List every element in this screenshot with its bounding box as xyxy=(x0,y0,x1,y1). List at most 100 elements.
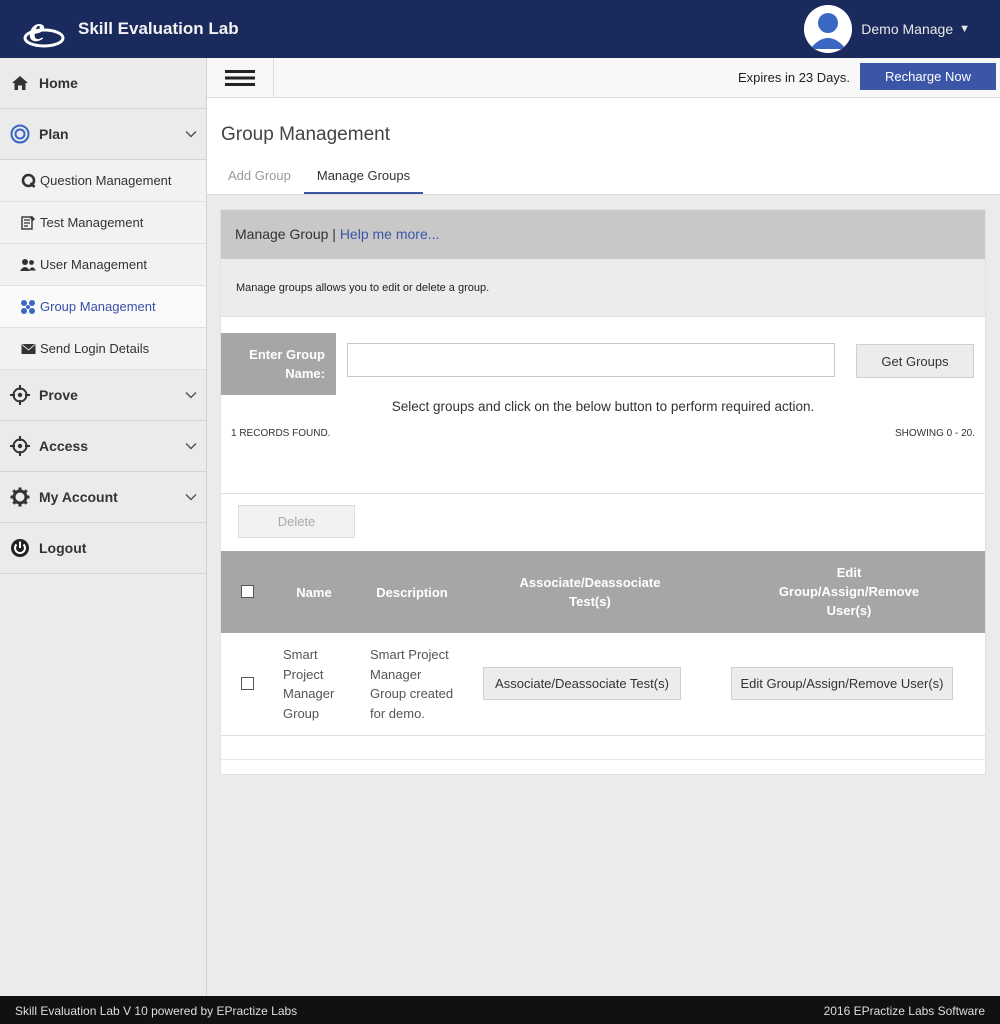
hamburger-icon xyxy=(225,70,255,86)
sidebar-item-home[interactable]: Home xyxy=(0,58,206,109)
cell-line: Smart Project xyxy=(370,647,449,662)
records-row: 1 RECORDS FOUND. SHOWING 0 - 20. xyxy=(221,428,985,458)
svg-text:e: e xyxy=(29,9,45,49)
delete-button[interactable]: Delete xyxy=(238,505,355,538)
crosshair-icon xyxy=(10,436,30,456)
search-label-line: Name: xyxy=(285,366,325,381)
sidebar-item-prove[interactable]: Prove xyxy=(0,370,206,421)
sidebar-item-plan[interactable]: Plan xyxy=(0,109,206,160)
column-edit: Edit Group/Assign/Remove User(s) xyxy=(741,563,957,620)
envelope-icon xyxy=(20,341,36,357)
power-icon xyxy=(10,538,30,558)
user-avatar-icon xyxy=(804,5,853,53)
edit-group-button[interactable]: Edit Group/Assign/Remove User(s) xyxy=(731,667,953,700)
avatar xyxy=(804,5,853,53)
sidebar-item-label: Send Login Details xyxy=(40,341,150,356)
sidebar-item-label: Question Management xyxy=(40,173,172,188)
select-all-checkbox[interactable] xyxy=(241,585,254,598)
panel-title: Manage Group | xyxy=(235,226,336,242)
cell-line: Smart xyxy=(283,647,318,662)
associate-test-button[interactable]: Associate/Deassociate Test(s) xyxy=(483,667,681,700)
caret-down-icon: ▼ xyxy=(959,23,970,35)
tab-add-group[interactable]: Add Group xyxy=(215,168,304,194)
column-edit-line: Group/Assign/Remove xyxy=(778,584,920,599)
showing-range: SHOWING 0 - 20. xyxy=(894,428,975,439)
get-groups-button[interactable]: Get Groups xyxy=(856,344,974,378)
search-label-line: Enter Group xyxy=(249,347,325,362)
cell-line: Group xyxy=(283,705,320,721)
cell-line: Group created xyxy=(370,686,454,701)
sidebar-item-send-login-details[interactable]: Send Login Details xyxy=(0,328,206,370)
app-title: Skill Evaluation Lab xyxy=(78,19,239,38)
target-icon xyxy=(10,124,30,144)
column-edit-line: Edit xyxy=(836,565,862,580)
column-associate-line: Test(s) xyxy=(569,594,611,609)
sidebar-item-label: Home xyxy=(39,75,78,91)
sidebar-item-logout[interactable]: Logout xyxy=(0,523,206,574)
chevron-down-icon xyxy=(185,391,197,399)
panel-header: Manage Group | Help me more... xyxy=(221,210,985,259)
gear-icon xyxy=(10,487,30,507)
tab-bar: Add Group Manage Groups xyxy=(215,168,424,194)
brand-logo-icon: e xyxy=(23,9,65,49)
home-icon xyxy=(10,73,30,93)
sidebar-item-label: My Account xyxy=(39,489,118,505)
column-name: Name xyxy=(296,585,332,600)
sidebar-item-label: Group Management xyxy=(40,299,156,314)
test-icon xyxy=(20,215,36,231)
sidebar-item-label: Access xyxy=(39,438,89,454)
footer: Skill Evaluation Lab V 10 powered by EPr… xyxy=(0,996,1000,1024)
sidebar: Home Plan Question Management Test Manag… xyxy=(0,58,207,996)
page-title: Group Management xyxy=(221,124,390,145)
menu-toggle[interactable] xyxy=(207,58,274,98)
expiry-notice: Expires in 23 Days. xyxy=(738,70,850,85)
page-header: Group Management Add Group Manage Groups xyxy=(207,98,1000,195)
sidebar-item-access[interactable]: Access xyxy=(0,421,206,472)
panel-description: Manage groups allows you to edit or dele… xyxy=(221,259,985,317)
group-name-input[interactable] xyxy=(347,343,835,377)
sidebar-item-label: Logout xyxy=(39,540,87,556)
table-spacer-row xyxy=(221,736,985,760)
sidebar-item-label: Prove xyxy=(39,387,78,403)
users-icon xyxy=(20,257,36,273)
search-label: Enter Group Name: xyxy=(221,333,336,395)
cell-line: Project xyxy=(283,666,324,682)
group-description-cell: Smart Project Manager Group created for … xyxy=(370,645,470,723)
row-checkbox[interactable] xyxy=(241,677,254,690)
chevron-down-icon xyxy=(185,493,197,501)
cell-line: for demo. xyxy=(370,705,425,721)
sidebar-item-user-management[interactable]: User Management xyxy=(0,244,206,286)
question-icon xyxy=(20,173,36,189)
brand[interactable]: e Skill Evaluation Lab xyxy=(22,8,239,50)
sidebar-item-label: Test Management xyxy=(40,215,144,230)
cell-line: Manager xyxy=(283,686,335,701)
sidebar-item-label: Plan xyxy=(39,126,69,142)
search-row: Enter Group Name: Get Groups xyxy=(221,333,985,395)
chevron-down-icon xyxy=(185,130,197,138)
top-bar: e Skill Evaluation Lab Demo Manage ▼ xyxy=(0,0,1000,58)
instruction-text: Select groups and click on the below but… xyxy=(391,399,815,414)
table-header: Name Description Associate/Deassociate T… xyxy=(221,551,985,633)
records-found: 1 RECORDS FOUND. xyxy=(231,428,331,439)
manage-group-panel: Manage Group | Help me more... Manage gr… xyxy=(220,209,986,775)
sidebar-item-test-management[interactable]: Test Management xyxy=(0,202,206,244)
help-link[interactable]: Help me more... xyxy=(340,226,440,242)
main-content: Expires in 23 Days. Recharge Now Group M… xyxy=(207,58,1000,996)
table-row: Smart Project Manager Group Smart Projec… xyxy=(221,633,985,736)
tab-manage-groups[interactable]: Manage Groups xyxy=(303,168,424,194)
sidebar-item-label: User Management xyxy=(40,257,147,272)
sidebar-item-group-management[interactable]: Group Management xyxy=(0,286,206,328)
user-menu[interactable]: Demo Manage ▼ xyxy=(804,5,970,53)
footer-copyright: 2016 EPractize Labs Software xyxy=(823,1004,985,1018)
column-description: Description xyxy=(376,585,448,600)
sidebar-item-my-account[interactable]: My Account xyxy=(0,472,206,523)
crosshair-icon xyxy=(10,385,30,405)
cell-line: Manager xyxy=(370,666,422,682)
chevron-down-icon xyxy=(185,442,197,450)
divider xyxy=(221,493,985,494)
footer-version: Skill Evaluation Lab V 10 powered by EPr… xyxy=(15,1004,298,1018)
column-edit-line: User(s) xyxy=(826,603,872,618)
sidebar-item-question-management[interactable]: Question Management xyxy=(0,160,206,202)
groups-table: Name Description Associate/Deassociate T… xyxy=(221,551,985,760)
recharge-now-button[interactable]: Recharge Now xyxy=(860,63,996,90)
